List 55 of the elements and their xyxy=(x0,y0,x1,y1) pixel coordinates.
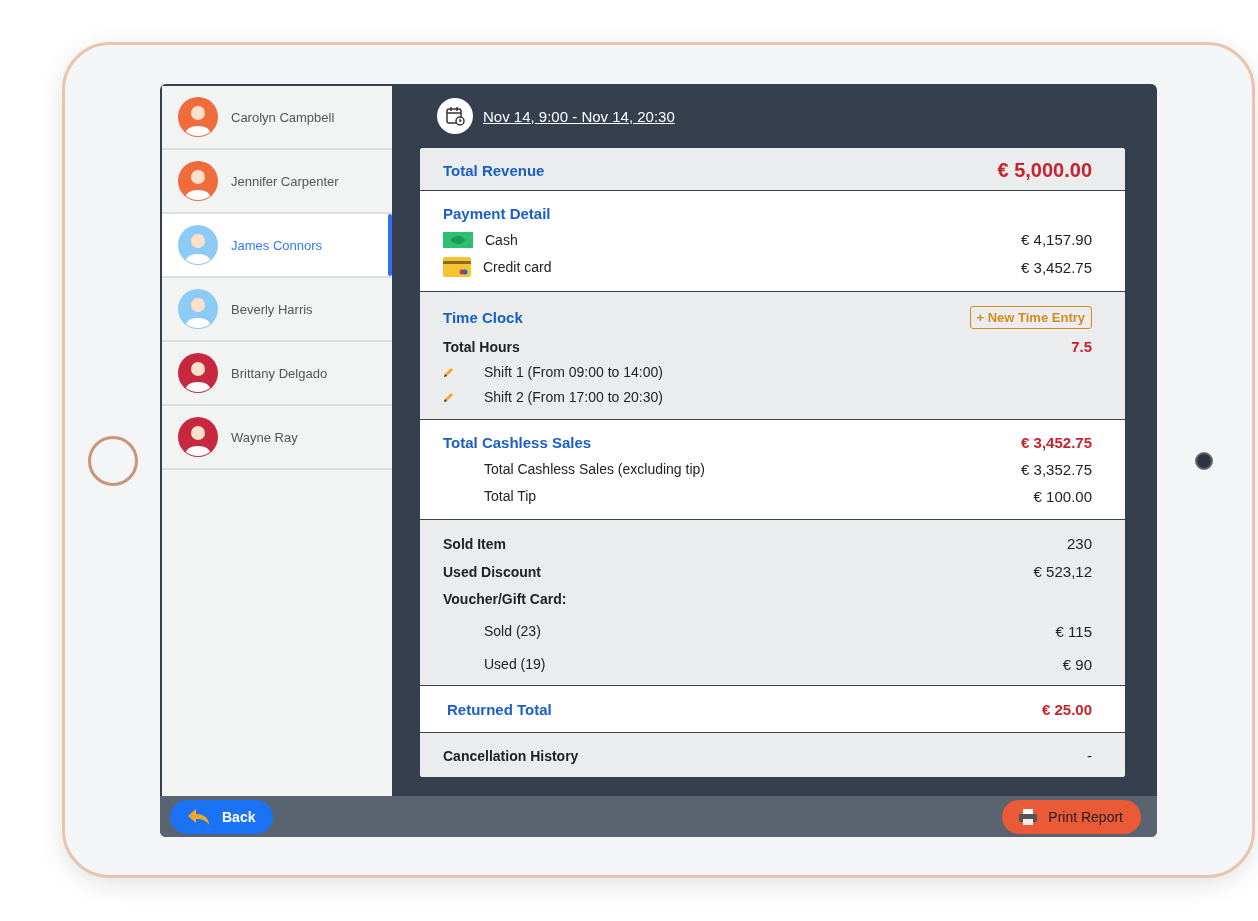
row-label: Cancellation History xyxy=(443,747,579,764)
section-title: Total Revenue xyxy=(443,162,545,179)
amount: € 4,157.90 xyxy=(1021,231,1092,248)
staff-item[interactable]: James Connors xyxy=(162,214,392,278)
section-title: Returned Total xyxy=(447,701,552,718)
amount: € 90 xyxy=(1062,655,1092,673)
payment-label: Credit card xyxy=(483,259,552,275)
selection-bar xyxy=(388,214,392,276)
shift-label: Shift 2 (From 17:00 to 20:30) xyxy=(484,389,663,405)
banknote-icon xyxy=(443,231,473,248)
pencil-icon[interactable] xyxy=(443,366,455,378)
staff-name: Brittany Delgado xyxy=(231,365,328,381)
staff-item[interactable]: Wayne Ray xyxy=(162,406,392,470)
amount: € 3,352.75 xyxy=(1021,460,1092,478)
staff-item[interactable]: Brittany Delgado xyxy=(162,342,392,406)
row-label: Used (19) xyxy=(484,656,546,672)
date-range-link[interactable]: Nov 14, 9:00 - Nov 14, 20:30 xyxy=(483,107,675,125)
shift-label: Shift 1 (From 09:00 to 14:00) xyxy=(484,364,663,380)
row-label: Sold (23) xyxy=(484,623,541,639)
amount: € 3,452.75 xyxy=(1021,258,1092,276)
staff-name: James Connors xyxy=(231,237,323,253)
amount: € 115 xyxy=(1055,622,1092,640)
camera-dot xyxy=(1195,451,1213,470)
section-title: Payment Detail xyxy=(443,205,552,222)
amount: € 5,000.00 xyxy=(997,159,1092,182)
back-button[interactable]: Back xyxy=(170,799,274,834)
staff-name: Wayne Ray xyxy=(231,429,298,445)
staff-item[interactable]: Beverly Harris xyxy=(162,278,392,342)
row-label: Used Discount xyxy=(443,563,541,580)
amount: € 25.00 xyxy=(1041,701,1092,718)
amount: - xyxy=(1087,747,1092,764)
calendar-clock-icon xyxy=(437,98,473,134)
section-title: Time Clock xyxy=(443,309,523,326)
staff-name: Beverly Harris xyxy=(231,301,313,317)
staff-name: Jennifer Carpenter xyxy=(231,173,339,189)
row-label: Total Tip xyxy=(484,488,537,504)
amount: 230 xyxy=(1066,535,1092,552)
back-arrow-icon xyxy=(186,807,212,826)
amount: € 3,452.75 xyxy=(1021,434,1092,451)
printer-icon xyxy=(1018,807,1039,826)
row-label: Sold Item xyxy=(443,535,506,552)
section-title: Total Cashless Sales xyxy=(443,434,592,451)
staff-item[interactable]: Carolyn Campbell xyxy=(162,86,392,150)
row-label: Total Cashless Sales (excluding tip) xyxy=(484,461,705,477)
credit-card-icon xyxy=(443,257,471,277)
row-label: Total Hours xyxy=(443,338,520,355)
payment-label: Cash xyxy=(485,231,518,248)
staff-name: Carolyn Campbell xyxy=(231,109,335,125)
print-report-button[interactable]: Print Report xyxy=(1002,799,1141,834)
pencil-icon[interactable] xyxy=(443,391,455,403)
amount: € 523,12 xyxy=(1033,563,1092,580)
amount: € 100.00 xyxy=(1033,487,1092,505)
amount: 7.5 xyxy=(1071,338,1092,355)
row-label: Voucher/Gift Card: xyxy=(443,591,568,607)
home-button[interactable] xyxy=(87,435,138,486)
